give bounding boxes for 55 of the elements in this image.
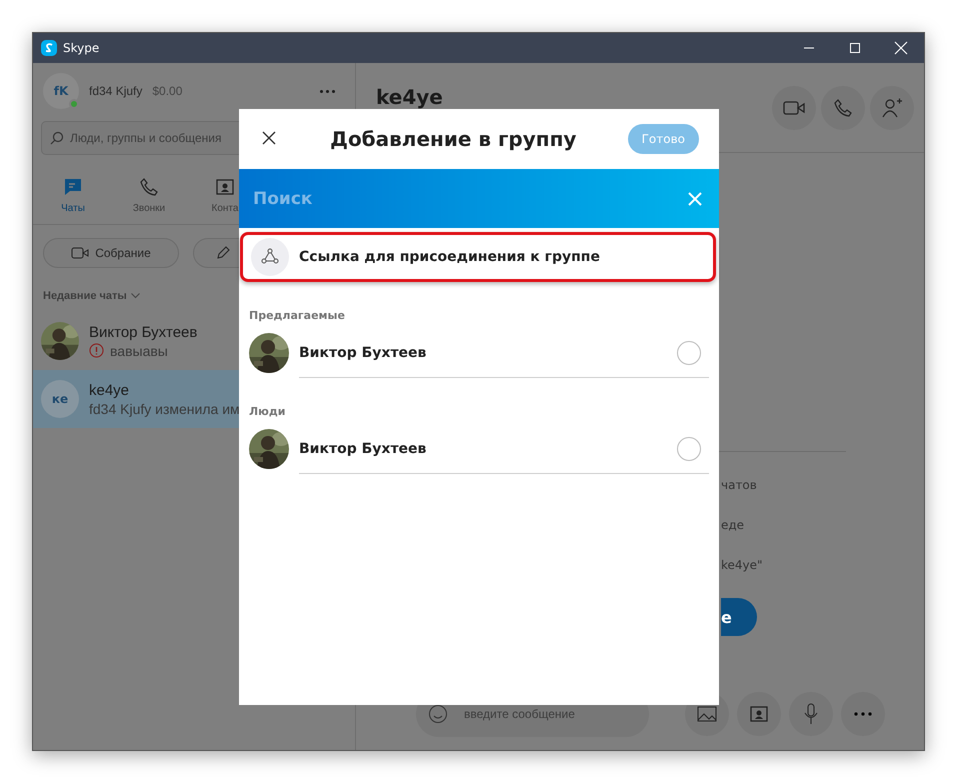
chat-icon [63,177,83,197]
maximize-icon [850,43,860,53]
skype-logo-icon [41,40,57,56]
close-icon [261,130,277,146]
meeting-button[interactable]: Собрание [43,238,179,268]
section-heading: Люди [248,404,286,420]
close-icon [893,40,909,56]
select-radio[interactable] [677,436,701,460]
info-text: еде [721,518,744,534]
phone-icon [833,98,853,118]
clear-button[interactable] [687,190,703,206]
contact-button[interactable] [737,692,781,736]
close-icon [687,190,703,206]
video-call-button[interactable] [772,86,816,130]
more-icon [854,712,872,716]
section-heading: Предлагаемые [248,308,346,324]
share-link-icon [251,238,289,276]
conversation-title: ke4ye [376,84,444,108]
chevron-down-icon [130,293,140,299]
profile-name: fd34 Kjufy [89,84,142,98]
emoji-icon [428,704,448,724]
video-icon [71,246,90,260]
chat-avatar: ке [41,380,79,418]
chat-name: Виктор Бухтеев [89,324,198,340]
microphone-button[interactable] [789,692,833,736]
balance: $0.00 [152,84,182,98]
pencil-icon [216,246,230,260]
add-person-button[interactable] [870,86,914,130]
contact-name: Виктор Бухтеев [299,440,426,456]
profile-avatar[interactable]: fK [43,73,79,109]
search-icon [50,131,64,145]
contact-card-icon [749,704,769,724]
contact-card-icon [215,177,235,197]
action-button[interactable]: е [721,598,757,636]
select-radio[interactable] [677,340,701,364]
add-person-icon [881,98,903,118]
info-text: ke4ye" [721,558,763,574]
chat-name: ke4ye [89,382,130,398]
window-title: Skype [63,41,100,55]
chat-preview: вавыавы [110,342,168,358]
video-icon [783,100,805,116]
nav-tab[interactable]: Звонки [111,177,187,214]
nav-tab[interactable]: Чаты [35,177,111,214]
group-link-item[interactable]: Ссылка для присоединения к группе [240,232,716,282]
image-icon [697,706,717,722]
call-button[interactable] [821,86,865,130]
more-icon[interactable] [320,90,335,92]
search-bar[interactable]: Поиск [239,169,719,228]
chat-preview: fd34 Kjufy изменила им [89,400,240,416]
contact-name: Виктор Бухтеев [299,344,426,360]
info-text: чатов [721,478,757,494]
recent-chats-label[interactable]: Недавние чаты [43,290,127,302]
search-field[interactable]: Поиск [251,188,687,210]
phone-icon [139,177,159,197]
microphone-icon [803,703,819,725]
